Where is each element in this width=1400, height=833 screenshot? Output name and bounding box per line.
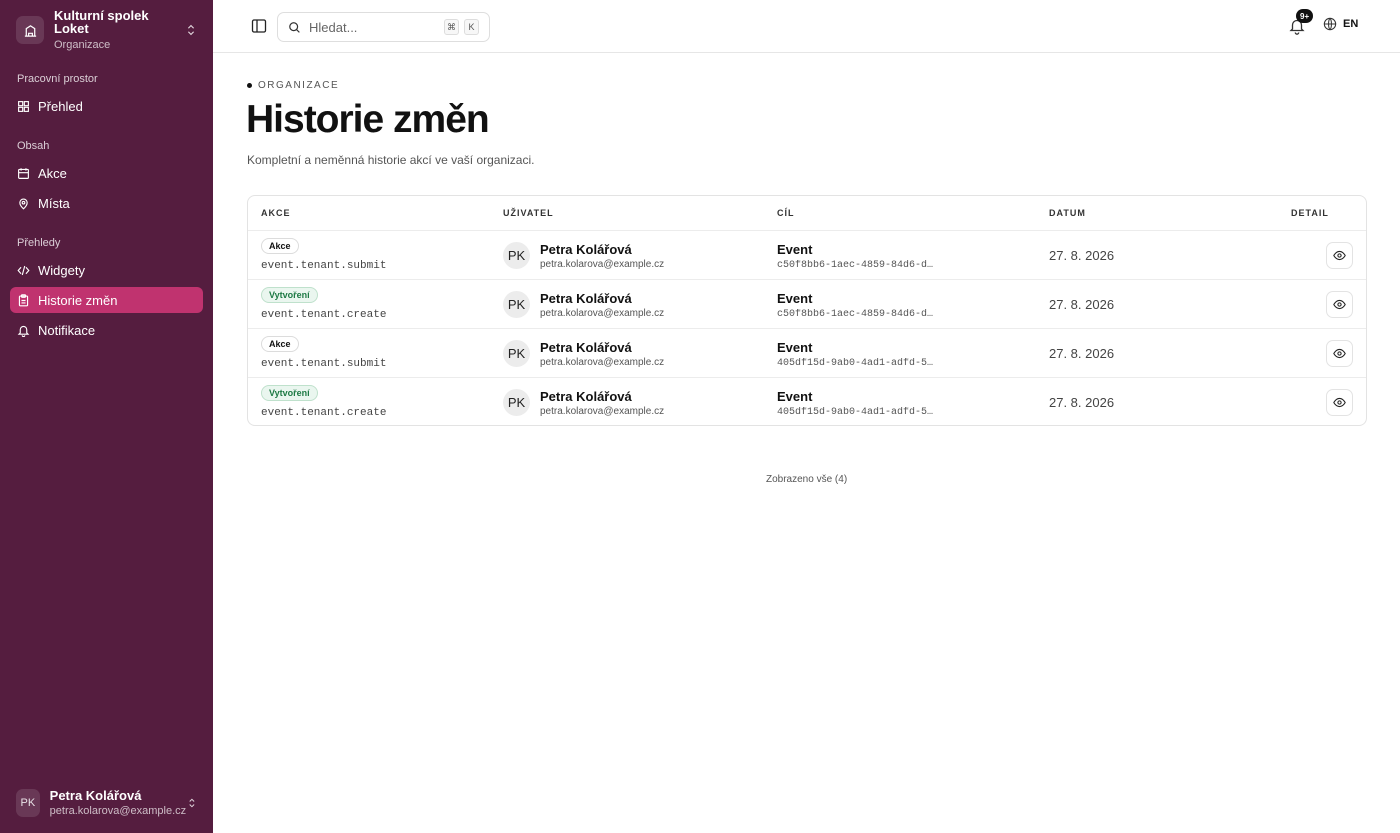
avatar: PK	[503, 340, 530, 367]
kbd-k: K	[464, 19, 479, 35]
map-pin-icon	[19, 197, 28, 210]
eye-icon	[1333, 250, 1346, 261]
globe-icon	[1323, 17, 1337, 31]
action-code: event.tenant.submit	[261, 358, 387, 370]
sidebar: Kulturní spolek Loket Organizace Pracovn…	[0, 0, 213, 833]
target-type: Event	[777, 340, 813, 355]
sidebar-item-label: Historie změn	[38, 292, 118, 308]
sidebar-item-events[interactable]: Akce	[10, 160, 203, 186]
language-label: EN	[1343, 18, 1359, 30]
sidebar-item-audit-log[interactable]: Historie změn	[10, 287, 203, 313]
bullet-icon	[247, 83, 252, 88]
page-eyebrow: ORGANIZACE	[247, 80, 339, 91]
avatar: PK	[503, 389, 530, 416]
nav-group-workspace: Pracovní prostor	[17, 73, 98, 85]
target-id: 405df15d-9ab0-4ad1-adfd-5…	[777, 407, 934, 418]
user-name: Petra Kolářová	[540, 291, 632, 306]
table-row: Vytvoření event.tenant.create PK Petra K…	[248, 377, 1366, 425]
grid-icon	[18, 100, 29, 112]
search-icon	[289, 21, 300, 33]
user-name: Petra Kolářová	[540, 242, 632, 257]
table-row: Akce event.tenant.submit PK Petra Kolářo…	[248, 230, 1366, 279]
user-name: Petra Kolářová	[49, 788, 142, 803]
sidebar-item-overview[interactable]: Přehled	[10, 93, 203, 119]
target-id: 405df15d-9ab0-4ad1-adfd-5…	[777, 358, 934, 369]
results-count: Zobrazeno vše (4)	[766, 474, 848, 485]
sidebar-item-label: Widgety	[38, 262, 85, 278]
nav-group-reports: Přehledy	[17, 237, 61, 249]
action-badge: Vytvoření	[261, 287, 318, 303]
kbd-cmd: ⌘	[444, 19, 459, 35]
sidebar-toggle-icon[interactable]	[251, 18, 267, 34]
target-type: Event	[777, 389, 813, 404]
code-icon	[17, 265, 30, 275]
org-switcher[interactable]: Kulturní spolek Loket Organizace	[10, 8, 204, 52]
date: 27. 8. 2026	[1049, 395, 1115, 410]
user-email: petra.kolarova@example.cz	[540, 308, 665, 319]
target-type: Event	[777, 291, 813, 306]
search-box[interactable]: ⌘ K	[277, 12, 490, 42]
eye-icon	[1333, 348, 1346, 359]
detail-button[interactable]	[1326, 242, 1353, 269]
eye-icon	[1333, 397, 1346, 408]
clipboard-icon	[18, 293, 29, 306]
action-badge: Vytvoření	[261, 385, 318, 401]
user-email: petra.kolarova@example.cz	[49, 805, 187, 817]
sidebar-item-notifications[interactable]: Notifikace	[10, 317, 203, 343]
page-title: Historie změn	[246, 98, 490, 141]
user-name: Petra Kolářová	[540, 340, 632, 355]
nav-group-content: Obsah	[17, 140, 50, 152]
language-switcher[interactable]: EN	[1323, 17, 1358, 31]
detail-button[interactable]	[1326, 340, 1353, 367]
date: 27. 8. 2026	[1049, 248, 1115, 263]
sidebar-item-places[interactable]: Místa	[10, 190, 203, 216]
detail-button[interactable]	[1326, 291, 1353, 318]
building-icon	[16, 16, 44, 44]
audit-log-table: AKCE UŽIVATEL CÍL DATUM DETAIL Akce even…	[247, 195, 1367, 426]
date: 27. 8. 2026	[1049, 346, 1115, 361]
date: 27. 8. 2026	[1049, 297, 1115, 312]
action-badge: Akce	[261, 238, 299, 254]
col-header-date: DATUM	[1049, 208, 1086, 218]
action-code: event.tenant.submit	[261, 260, 387, 272]
target-id: c50f8bb6-1aec-4859-84d6-d…	[777, 309, 934, 320]
user-name: Petra Kolářová	[540, 389, 632, 404]
chevrons-up-down-icon	[189, 798, 195, 808]
sidebar-item-label: Přehled	[38, 98, 83, 114]
notification-badge: 9+	[1296, 9, 1314, 23]
user-email: petra.kolarova@example.cz	[540, 259, 665, 270]
eyebrow-text: ORGANIZACE	[258, 80, 340, 91]
user-menu[interactable]: PK Petra Kolářová petra.kolarova@example…	[10, 785, 204, 821]
search-input[interactable]	[309, 19, 429, 35]
action-badge: Akce	[261, 336, 299, 352]
action-code: event.tenant.create	[261, 407, 387, 419]
sidebar-item-label: Akce	[38, 165, 67, 181]
col-header-action: AKCE	[261, 208, 291, 218]
col-header-detail: DETAIL	[1291, 208, 1329, 218]
sidebar-item-label: Místa	[38, 195, 70, 211]
avatar: PK	[503, 242, 530, 269]
target-id: c50f8bb6-1aec-4859-84d6-d…	[777, 260, 934, 271]
user-email: petra.kolarova@example.cz	[540, 406, 665, 417]
page-description: Kompletní a neměnná historie akcí ve vaš…	[247, 153, 535, 167]
chevrons-up-down-icon	[187, 24, 195, 36]
col-header-user: UŽIVATEL	[503, 208, 554, 218]
sidebar-item-label: Notifikace	[38, 322, 96, 338]
topbar: ⌘ K 9+ EN	[213, 0, 1400, 53]
avatar: PK	[16, 789, 40, 817]
col-header-target: CÍL	[777, 208, 795, 218]
table-row: Akce event.tenant.submit PK Petra Kolářo…	[248, 328, 1366, 377]
action-code: event.tenant.create	[261, 309, 387, 321]
user-email: petra.kolarova@example.cz	[540, 357, 665, 368]
eye-icon	[1333, 299, 1346, 310]
target-type: Event	[777, 242, 813, 257]
bell-icon	[17, 325, 30, 337]
table-row: Vytvoření event.tenant.create PK Petra K…	[248, 279, 1366, 328]
calendar-icon	[18, 167, 29, 179]
sidebar-item-widgets[interactable]: Widgety	[10, 257, 203, 283]
org-subtitle: Organizace	[54, 39, 111, 51]
org-name: Kulturní spolek Loket	[54, 8, 149, 36]
avatar: PK	[503, 291, 530, 318]
detail-button[interactable]	[1326, 389, 1353, 416]
